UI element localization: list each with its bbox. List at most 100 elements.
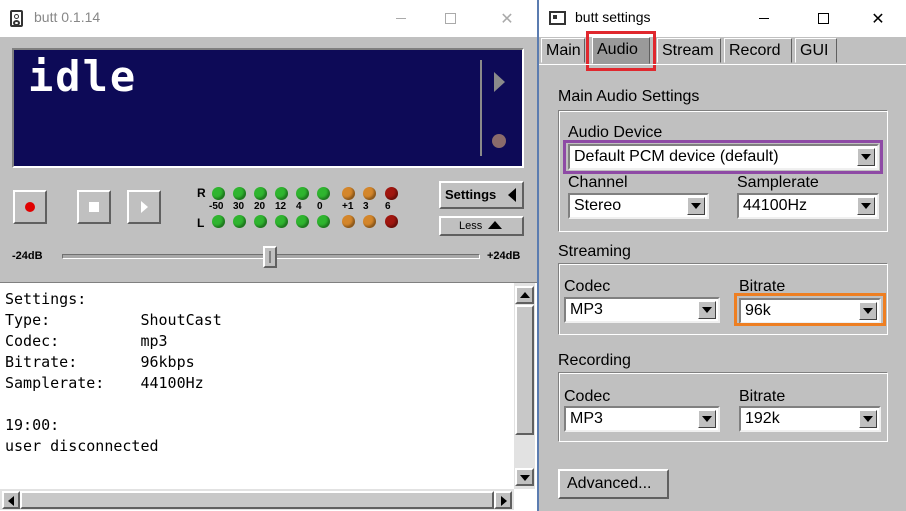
arrow-left-icon (8, 496, 14, 506)
vu-right-led (317, 187, 330, 200)
vu-scale-label: +1 (342, 201, 354, 212)
vu-right-led (363, 187, 376, 200)
vu-right-label: R (197, 186, 206, 200)
settings-window-title: butt settings (575, 9, 651, 25)
log-line: user disconnected (5, 437, 159, 455)
scroll-down-button[interactable] (515, 468, 534, 486)
vu-right-led (342, 187, 355, 200)
less-button-label: Less (459, 220, 483, 232)
main-window-title: butt 0.1.14 (34, 9, 101, 25)
log-line: Codec: mp3 (5, 332, 168, 350)
streaming-heading: Streaming (558, 243, 631, 260)
streaming-codec-select[interactable]: MP3 (564, 297, 720, 323)
tab-main[interactable]: Main (541, 38, 585, 63)
record-button[interactable] (13, 190, 47, 224)
vu-scale-label: -50 (209, 201, 224, 212)
recording-bitrate-select[interactable]: 192k (739, 406, 881, 432)
tab-gui[interactable]: GUI (795, 38, 837, 63)
log-panel: Settings: Type: ShoutCast Codec: mp3 Bitrat… (0, 282, 537, 511)
play-icon (140, 201, 148, 213)
maximize-button[interactable] (427, 0, 473, 37)
record-indicator-icon (492, 134, 506, 148)
tab-record[interactable]: Record (724, 38, 792, 63)
less-button[interactable]: Less (439, 216, 524, 236)
vu-scale-label: 0 (317, 201, 323, 212)
settings-minimize-button[interactable] (741, 0, 787, 37)
vu-scale-label: 20 (254, 201, 266, 212)
tab-stream[interactable]: Stream (657, 38, 721, 63)
log-line: Type: ShoutCast (5, 311, 222, 329)
vu-right-led (212, 187, 225, 200)
scroll-up-button[interactable] (515, 286, 534, 304)
vu-scale-label: 3 (363, 201, 369, 212)
gain-max-label: +24dB (487, 250, 521, 262)
audio-tab-highlight (586, 31, 656, 71)
advanced-button-label: Advanced... (567, 475, 652, 492)
log-line: 19:00: (5, 416, 60, 434)
settings-button-label: Settings (445, 187, 497, 202)
vu-left-led (296, 215, 309, 228)
settings-close-button[interactable]: ✕ (855, 0, 901, 37)
main-audio-heading: Main Audio Settings (558, 88, 700, 105)
log-line: Samplerate: 44100Hz (5, 374, 204, 392)
butt-main-window: butt 0.1.14 ✕ idle R L -50 30 20 12 4 0 +1 3 6 S… (0, 0, 537, 511)
minimize-icon (759, 18, 769, 19)
vertical-scrollbar[interactable] (514, 283, 535, 489)
channel-select[interactable]: Stereo (568, 193, 709, 219)
arrow-down-icon (520, 475, 530, 481)
status-display: idle (12, 48, 524, 168)
vu-right-led (254, 187, 267, 200)
main-titlebar[interactable]: butt 0.1.14 ✕ (0, 0, 537, 37)
vu-right-led (296, 187, 309, 200)
advanced-button[interactable]: Advanced... (558, 469, 669, 499)
hscroll-thumb[interactable] (20, 491, 494, 509)
stop-icon (89, 202, 99, 212)
close-button[interactable]: ✕ (484, 0, 530, 37)
gain-slider-handle[interactable] (263, 246, 277, 268)
settings-maximize-button[interactable] (800, 0, 846, 37)
play-button[interactable] (127, 190, 161, 224)
vu-left-led (317, 215, 330, 228)
vu-left-led (254, 215, 267, 228)
log-line: Settings: (5, 290, 87, 308)
samplerate-select[interactable]: 44100Hz (737, 193, 879, 219)
chevron-down-icon (859, 410, 877, 428)
vu-left-led (342, 215, 355, 228)
recording-heading: Recording (558, 352, 631, 369)
display-status-text: idle (28, 52, 138, 101)
maximize-icon (817, 13, 829, 24)
chevron-down-icon (857, 197, 875, 215)
chevron-down-icon (698, 301, 716, 319)
streaming-codec-label: Codec (564, 278, 611, 295)
vu-left-led (233, 215, 246, 228)
arrow-right-icon (501, 496, 507, 506)
vu-right-led (385, 187, 398, 200)
butt-settings-window: butt settings ✕ Main Audio Stream Record… (539, 0, 906, 511)
arrow-up-icon (520, 292, 530, 298)
horizontal-scrollbar[interactable] (0, 489, 514, 510)
stop-button[interactable] (77, 190, 111, 224)
audio-device-highlight (563, 140, 883, 174)
scroll-left-button[interactable] (2, 491, 20, 509)
record-icon (25, 202, 35, 212)
chevron-down-icon (698, 410, 716, 428)
tab-content-border (539, 64, 906, 65)
close-icon: ✕ (871, 9, 885, 28)
recording-bitrate-label: Bitrate (739, 388, 786, 405)
app-icon (10, 10, 23, 27)
settings-toggle-button[interactable]: Settings (439, 181, 524, 209)
vu-left-led (275, 215, 288, 228)
recording-codec-label: Codec (564, 388, 611, 405)
scroll-thumb[interactable] (515, 305, 534, 435)
vu-scale-label: 6 (385, 201, 391, 212)
log-text[interactable]: Settings: Type: ShoutCast Codec: mp3 Bitrat… (5, 289, 222, 457)
triangle-up-icon (488, 221, 502, 229)
minimize-button[interactable] (378, 0, 424, 37)
gain-min-label: -24dB (12, 250, 43, 262)
log-line: Bitrate: 96kbps (5, 353, 195, 371)
channel-label: Channel (568, 174, 628, 191)
play-indicator-icon (494, 72, 505, 92)
scroll-right-button[interactable] (494, 491, 512, 509)
recording-codec-select[interactable]: MP3 (564, 406, 720, 432)
